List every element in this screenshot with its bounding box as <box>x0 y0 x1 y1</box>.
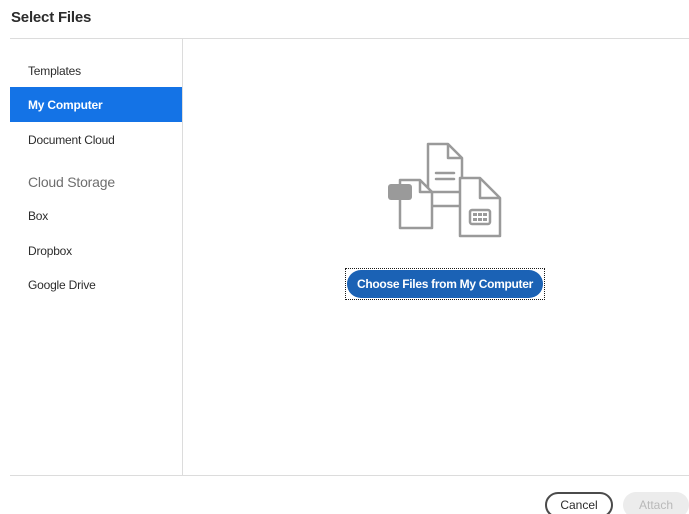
select-files-dialog: Select Files Templates My Computer Docum… <box>0 0 689 514</box>
sidebar-item-templates[interactable]: Templates <box>10 53 182 88</box>
sidebar-item-my-computer[interactable]: My Computer <box>10 87 182 122</box>
sidebar-item-label: My Computer <box>28 97 103 112</box>
cloud-storage-heading: Cloud Storage <box>28 173 115 190</box>
choose-files-focus-ring: Choose Files from My Computer <box>345 268 545 300</box>
attach-button[interactable]: Attach <box>623 492 689 514</box>
cancel-button[interactable]: Cancel <box>545 492 613 514</box>
dialog-title: Select Files <box>11 9 92 26</box>
sidebar-item-label: Google Drive <box>28 277 96 292</box>
sidebar-item-box[interactable]: Box <box>10 198 182 233</box>
sidebar-item-label: Document Cloud <box>28 132 115 147</box>
footer-divider <box>10 475 689 476</box>
sidebar-divider <box>182 39 183 475</box>
sidebar-item-dropbox[interactable]: Dropbox <box>10 233 182 268</box>
sidebar-item-document-cloud[interactable]: Document Cloud <box>10 122 182 157</box>
sidebar-item-label: Box <box>28 208 49 223</box>
sidebar-item-label: Dropbox <box>28 243 72 258</box>
sidebar-item-label: Templates <box>28 63 81 78</box>
source-sidebar: Templates My Computer Document Cloud Clo… <box>10 39 182 475</box>
sidebar-item-google-drive[interactable]: Google Drive <box>10 267 182 302</box>
files-stack-icon <box>388 142 502 238</box>
choose-files-button[interactable]: Choose Files from My Computer <box>347 270 543 298</box>
